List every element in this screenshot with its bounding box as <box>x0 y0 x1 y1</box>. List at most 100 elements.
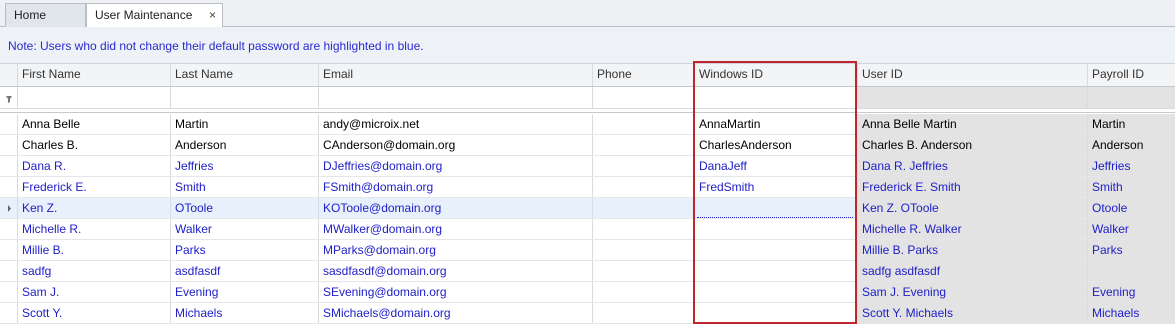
cell-user-id[interactable]: Dana R. Jeffries <box>858 156 1088 176</box>
cell-user-id[interactable]: Scott Y. Michaels <box>858 303 1088 323</box>
column-header-phone[interactable]: Phone <box>593 64 695 86</box>
cell-last-name[interactable]: Jeffries <box>171 156 319 176</box>
cell-phone[interactable] <box>593 240 695 260</box>
cell-windows-id[interactable]: FredSmith <box>695 177 858 197</box>
table-row[interactable]: Anna Belle Martin andy@microix.net AnnaMart… <box>0 114 1175 135</box>
cell-payroll-id[interactable]: Otoole <box>1088 198 1175 218</box>
tab-user-maintenance[interactable]: User Maintenance × <box>86 3 223 28</box>
cell-email[interactable]: FSmith@domain.org <box>319 177 593 197</box>
cell-windows-id[interactable]: DanaJeff <box>695 156 858 176</box>
cell-email[interactable]: KOToole@domain.org <box>319 198 593 218</box>
filter-email[interactable] <box>319 87 593 108</box>
filter-payroll-id[interactable] <box>1088 87 1175 108</box>
cell-email[interactable]: CAnderson@domain.org <box>319 135 593 155</box>
cell-last-name[interactable]: Evening <box>171 282 319 302</box>
table-row[interactable]: Millie B. Parks MParks@domain.org Millie B.… <box>0 240 1175 261</box>
tab-home-page[interactable]: Home Page <box>5 3 86 44</box>
cell-user-id[interactable]: Michelle R. Walker <box>858 219 1088 239</box>
cell-first-name[interactable]: Millie B. <box>18 240 171 260</box>
cell-user-id[interactable]: Anna Belle Martin <box>858 114 1088 134</box>
cell-user-id[interactable]: Frederick E. Smith <box>858 177 1088 197</box>
cell-windows-id[interactable] <box>695 261 858 281</box>
table-row[interactable]: Sam J. Evening SEvening@domain.org Sam J. E… <box>0 282 1175 303</box>
filter-windows-id[interactable] <box>695 87 858 108</box>
cell-windows-id[interactable]: AnnaMartin <box>695 114 858 134</box>
column-header-email[interactable]: Email <box>319 64 593 86</box>
cell-email[interactable]: MWalker@domain.org <box>319 219 593 239</box>
cell-first-name[interactable]: Sam J. <box>18 282 171 302</box>
filter-last-name[interactable] <box>171 87 319 108</box>
filter-icon[interactable] <box>0 87 18 108</box>
cell-payroll-id[interactable]: Michaels <box>1088 303 1175 323</box>
cell-last-name[interactable]: OToole <box>171 198 319 218</box>
cell-first-name[interactable]: Michelle R. <box>18 219 171 239</box>
cell-first-name[interactable]: sadfg <box>18 261 171 281</box>
table-row[interactable]: Frederick E. Smith FSmith@domain.org FredSm… <box>0 177 1175 198</box>
cell-phone[interactable] <box>593 282 695 302</box>
column-header-first-name[interactable]: First Name <box>18 64 171 86</box>
cell-first-name[interactable]: Anna Belle <box>18 114 171 134</box>
cell-email[interactable]: sasdfasdf@domain.org <box>319 261 593 281</box>
cell-windows-id[interactable] <box>695 240 858 260</box>
cell-phone[interactable] <box>593 114 695 134</box>
cell-phone[interactable] <box>593 261 695 281</box>
cell-payroll-id[interactable]: Parks <box>1088 240 1175 260</box>
filter-phone[interactable] <box>593 87 695 108</box>
cell-phone[interactable] <box>593 177 695 197</box>
filter-user-id[interactable] <box>858 87 1088 108</box>
column-header-last-name[interactable]: Last Name <box>171 64 319 86</box>
cell-payroll-id[interactable]: Martin <box>1088 114 1175 134</box>
cell-windows-id[interactable] <box>695 198 858 218</box>
cell-last-name[interactable]: asdfasdf <box>171 261 319 281</box>
table-row[interactable]: Scott Y. Michaels SMichaels@domain.org Scot… <box>0 303 1175 324</box>
cell-first-name[interactable]: Dana R. <box>18 156 171 176</box>
cell-last-name[interactable]: Michaels <box>171 303 319 323</box>
table-row[interactable]: sadfg asdfasdf sasdfasdf@domain.org sadfg a… <box>0 261 1175 282</box>
row-indicator <box>0 261 18 281</box>
cell-first-name[interactable]: Charles B. <box>18 135 171 155</box>
close-icon[interactable]: × <box>209 4 216 26</box>
cell-payroll-id[interactable]: Walker <box>1088 219 1175 239</box>
cell-phone[interactable] <box>593 198 695 218</box>
filter-first-name[interactable] <box>18 87 171 108</box>
cell-last-name[interactable]: Smith <box>171 177 319 197</box>
cell-phone[interactable] <box>593 219 695 239</box>
cell-windows-id[interactable] <box>695 303 858 323</box>
cell-payroll-id[interactable]: Smith <box>1088 177 1175 197</box>
cell-payroll-id[interactable]: Jeffries <box>1088 156 1175 176</box>
cell-email[interactable]: SEvening@domain.org <box>319 282 593 302</box>
cell-email[interactable]: SMichaels@domain.org <box>319 303 593 323</box>
column-header-windows-id[interactable]: Windows ID <box>695 64 858 86</box>
cell-phone[interactable] <box>593 135 695 155</box>
cell-last-name[interactable]: Walker <box>171 219 319 239</box>
cell-payroll-id[interactable] <box>1088 261 1175 281</box>
cell-email[interactable]: MParks@domain.org <box>319 240 593 260</box>
cell-phone[interactable] <box>593 156 695 176</box>
cell-payroll-id[interactable]: Evening <box>1088 282 1175 302</box>
cell-first-name[interactable]: Scott Y. <box>18 303 171 323</box>
cell-user-id[interactable]: Charles B. Anderson <box>858 135 1088 155</box>
cell-user-id[interactable]: Millie B. Parks <box>858 240 1088 260</box>
table-row[interactable]: Ken Z. OToole KOToole@domain.org Ken Z. OTo… <box>0 198 1175 219</box>
cell-payroll-id[interactable]: Anderson <box>1088 135 1175 155</box>
column-header-user-id[interactable]: User ID <box>858 64 1088 86</box>
table-row[interactable]: Michelle R. Walker MWalker@domain.org Miche… <box>0 219 1175 240</box>
cell-first-name[interactable]: Ken Z. <box>18 198 171 218</box>
cell-last-name[interactable]: Anderson <box>171 135 319 155</box>
cell-last-name[interactable]: Martin <box>171 114 319 134</box>
cell-first-name[interactable]: Frederick E. <box>18 177 171 197</box>
cell-windows-id[interactable]: CharlesAnderson <box>695 135 858 155</box>
cell-phone[interactable] <box>593 303 695 323</box>
cell-windows-id[interactable] <box>695 282 858 302</box>
table-row[interactable]: Charles B. Anderson CAnderson@domain.org Ch… <box>0 135 1175 156</box>
cell-user-id[interactable]: Sam J. Evening <box>858 282 1088 302</box>
row-indicator <box>0 240 18 260</box>
table-row[interactable]: Dana R. Jeffries DJeffries@domain.org DanaJ… <box>0 156 1175 177</box>
cell-email[interactable]: andy@microix.net <box>319 114 593 134</box>
cell-windows-id[interactable] <box>695 219 858 239</box>
cell-last-name[interactable]: Parks <box>171 240 319 260</box>
column-header-payroll-id[interactable]: Payroll ID <box>1088 64 1175 86</box>
cell-email[interactable]: DJeffries@domain.org <box>319 156 593 176</box>
cell-user-id[interactable]: sadfg asdfasdf <box>858 261 1088 281</box>
cell-user-id[interactable]: Ken Z. OToole <box>858 198 1088 218</box>
